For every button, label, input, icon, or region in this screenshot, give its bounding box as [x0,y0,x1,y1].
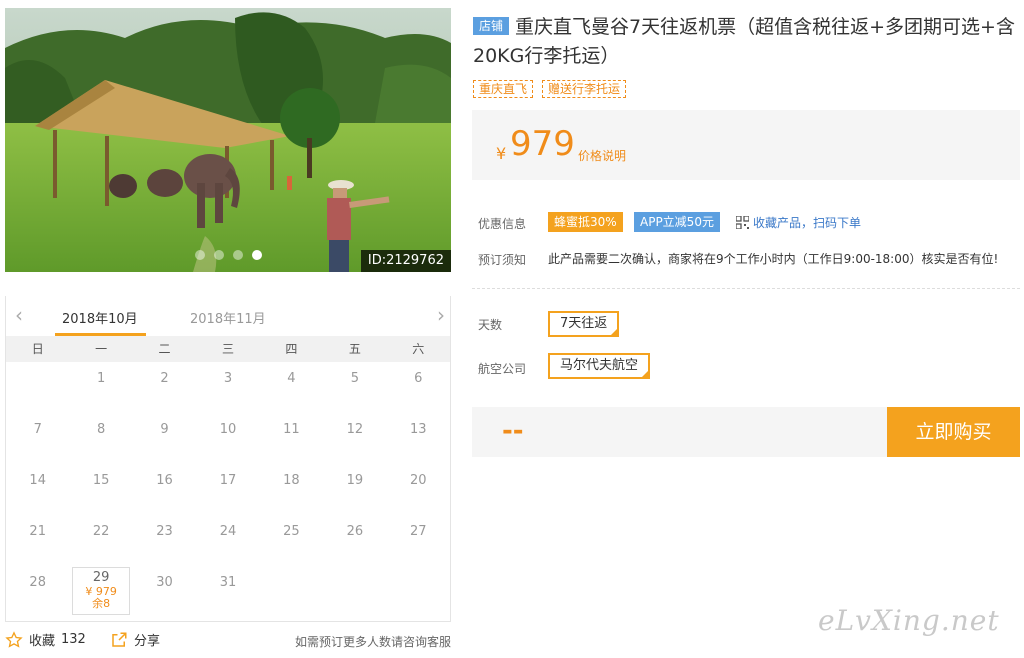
calendar-day[interactable]: 23 [136,516,194,564]
calendar-day[interactable]: 27 [389,516,447,564]
weekday-label: 六 [412,342,425,356]
qr-order-text: 收藏产品，扫码下单 [753,216,862,230]
calendar-day[interactable]: 8 [72,414,130,462]
calendar-day[interactable]: 31 [199,567,257,615]
promo-badge-honey: 蜂蜜抵30% [548,212,623,232]
carousel-dots [195,250,262,260]
qr-order-link[interactable]: 收藏产品，扫码下单 [736,214,861,231]
calendar-day[interactable]: 16 [136,465,194,513]
carousel-dot[interactable] [195,250,205,260]
weekday-label: 二 [158,342,171,356]
calendar-day[interactable]: 24 [199,516,257,564]
calendar-day[interactable]: 9 [136,414,194,462]
calendar-day[interactable]: 10 [199,414,257,462]
calendar-day-selected[interactable]: 29 ¥ 979 余8 [72,567,131,615]
weekday-label: 五 [348,342,361,356]
shop-badge: 店铺 [473,17,510,35]
share-icon [112,632,127,647]
product-price: 979 [510,124,575,164]
calendar-day[interactable]: 19 [326,465,384,513]
calendar-day[interactable]: 14 [9,465,67,513]
carousel-dot[interactable] [214,250,224,260]
calendar-day[interactable]: 3 [199,363,257,411]
calendar-day[interactable]: 12 [326,414,384,462]
option-airline[interactable]: 马尔代夫航空 [548,353,651,379]
day-remaining: 余8 [92,597,111,610]
calendar-day[interactable]: 20 [389,465,447,513]
watermark: eLvXing.net [818,604,1000,637]
airline-label: 航空公司 [478,362,527,376]
favorite-button[interactable]: 收藏 132 [5,630,86,649]
total-price: -- [502,416,524,446]
calendar-day[interactable]: 25 [262,516,320,564]
currency-symbol: ¥ [496,144,507,163]
section-divider [472,288,1020,289]
favorite-label: 收藏 [29,634,56,649]
share-button[interactable]: 分享 [110,630,160,649]
calendar-day[interactable]: 22 [72,516,130,564]
day-number: 29 [92,570,110,585]
booking-notice-text: 此产品需要二次确认，商家将在9个工作小时内（工作日9:00-18:00）核实是否… [548,252,999,266]
tag-direct-flight: 重庆直飞 [473,80,534,98]
weekday-label: 一 [95,342,108,356]
qr-code-icon [736,216,749,229]
photo-illustration [5,8,451,272]
calendar-day[interactable]: 5 [326,363,384,411]
option-days-7[interactable]: 7天往返 [548,311,620,337]
month-tab-november[interactable]: 2018年11月 [190,308,266,327]
calendar-day[interactable]: 1 [72,363,130,411]
month-tab-october[interactable]: 2018年10月 [62,308,138,327]
product-actions: 收藏 132 分享 如需预订更多人数请咨询客服 [5,630,451,652]
weekday-label: 三 [221,342,234,356]
weekday-label: 日 [31,342,44,356]
date-calendar: ‹ 2018年10月 2018年11月 › 日 一 二 三 四 五 六 1234… [5,296,451,622]
calendar-day[interactable]: 18 [262,465,320,513]
carousel-dot[interactable] [233,250,243,260]
weekday-header: 日 一 二 三 四 五 六 [6,336,450,362]
calendar-day[interactable]: 6 [389,363,447,411]
calendar-day[interactable]: 4 [262,363,320,411]
product-title-text: 重庆直飞曼谷7天往返机票（超值含税往返+多团期可选+含20KG行李托运） [473,16,1015,67]
promo-badge-app: APP立减50元 [634,212,720,232]
product-photo[interactable]: ID:2129762 [5,8,451,272]
product-tags: 重庆直飞 赠送行李托运 [473,80,627,98]
purchase-bar: -- 立即购买 [472,407,1020,457]
calendar-day[interactable]: 13 [389,414,447,462]
calendar-header: ‹ 2018年10月 2018年11月 › [5,296,453,336]
calendar-day[interactable]: 30 [136,567,194,615]
star-icon [5,630,23,648]
tag-luggage: 赠送行李托运 [542,80,627,98]
weekday-label: 四 [285,342,298,356]
photo-id-label: ID:2129762 [360,250,451,272]
days-label: 天数 [478,318,503,332]
calendar-day[interactable]: 2 [136,363,194,411]
notice-label: 预订须知 [478,253,527,267]
price-explain-link[interactable]: 价格说明 [578,147,626,164]
calendar-day[interactable]: 26 [326,516,384,564]
product-title: 店铺 重庆直飞曼谷7天往返机票（超值含税往返+多团期可选+含20KG行李托运） [473,13,1018,71]
prev-month-arrow-icon[interactable]: ‹ [9,305,29,326]
calendar-day[interactable]: 21 [9,516,67,564]
carousel-dot-active[interactable] [252,250,262,260]
calendar-day[interactable]: 7 [9,414,67,462]
next-month-arrow-icon[interactable]: › [431,305,451,326]
price-box: ¥ 979 价格说明 [472,110,1020,180]
share-label: 分享 [134,634,161,649]
favorite-count: 132 [61,632,86,647]
calendar-day[interactable]: 17 [199,465,257,513]
calendar-day[interactable]: 11 [262,414,320,462]
calendar-day[interactable]: 15 [72,465,130,513]
promo-label: 优惠信息 [478,217,527,231]
buy-now-button[interactable]: 立即购买 [887,407,1020,457]
calendar-day[interactable]: 28 [9,567,67,615]
consult-service-link[interactable]: 如需预订更多人数请咨询客服 [295,633,451,650]
